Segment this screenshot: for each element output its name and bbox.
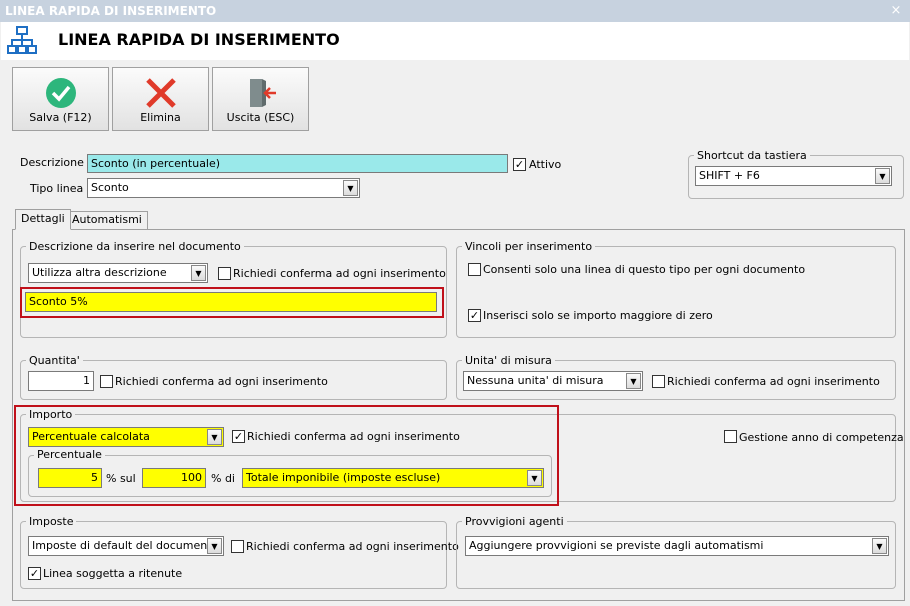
tipo-linea-select[interactable]: Sconto ▼: [87, 178, 360, 198]
sitemap-icon: [7, 25, 37, 55]
base-input[interactable]: 100: [142, 468, 206, 488]
save-button-label: Salva (F12): [29, 111, 92, 124]
tab-automatismi[interactable]: Automatismi: [66, 211, 148, 229]
unita-select-value: Nessuna unita' di misura: [467, 374, 604, 387]
chevron-down-icon: ▼: [527, 470, 542, 486]
importo-confirm-label: Richiedi conferma ad ogni inserimento: [247, 430, 460, 443]
exit-button-label: Uscita (ESC): [226, 111, 295, 124]
percentuale-label: Percentuale: [34, 448, 105, 461]
descrizione-label: Descrizione :: [20, 156, 92, 169]
unita-select[interactable]: Nessuna unita' di misura ▼: [463, 371, 643, 391]
page-title: LINEA RAPIDA DI INSERIMENTO: [58, 30, 340, 49]
save-button[interactable]: Salva (F12): [12, 67, 109, 131]
gestione-anno-label: Gestione anno di competenza: [739, 431, 904, 444]
descrizione-confirm-label: Richiedi conferma ad ogni inserimento: [233, 267, 446, 280]
ritenute-label: Linea soggetta a ritenute: [43, 567, 183, 580]
imposte-select-value: Imposte di default del documento: [32, 539, 219, 552]
positive-amount-label: Inserisci solo se importo maggiore di ze…: [483, 309, 713, 322]
imposte-select[interactable]: Imposte di default del documento ▼: [28, 536, 224, 556]
imposte-confirm-checkbox[interactable]: [231, 540, 244, 553]
vincoli-label: Vincoli per inserimento: [462, 240, 596, 253]
chevron-down-icon: ▼: [207, 538, 222, 554]
window-titlebar: LINEA RAPIDA DI INSERIMENTO: [0, 0, 910, 22]
chevron-down-icon: ▼: [343, 180, 358, 196]
gestione-anno-checkbox[interactable]: [724, 430, 737, 443]
chevron-down-icon: ▼: [191, 265, 206, 281]
chevron-down-icon: ▼: [875, 168, 890, 184]
tipo-linea-label: Tipo linea :: [30, 182, 91, 195]
ritenute-checkbox[interactable]: ✓: [28, 567, 41, 580]
shortcut-value: SHIFT + F6: [699, 169, 760, 182]
tipo-linea-value: Sconto: [91, 181, 129, 194]
unita-confirm-checkbox[interactable]: [652, 375, 665, 388]
importo-confirm-checkbox[interactable]: ✓: [232, 430, 245, 443]
delete-button-label: Elimina: [140, 111, 181, 124]
base-select[interactable]: Totale imponibile (imposte escluse) ▼: [242, 468, 544, 488]
tab-dettagli[interactable]: Dettagli: [15, 209, 71, 230]
importo-select-value: Percentuale calcolata: [32, 430, 150, 443]
descrizione-doc-input[interactable]: Sconto 5%: [25, 292, 437, 312]
window-title: LINEA RAPIDA DI INSERIMENTO: [5, 4, 217, 18]
exit-door-icon: [250, 79, 276, 107]
delete-button[interactable]: Elimina: [112, 67, 209, 131]
di-label: % di: [211, 472, 235, 485]
descrizione-input[interactable]: Sconto (in percentuale): [87, 154, 508, 173]
chevron-down-icon: ▼: [872, 538, 887, 554]
shortcut-select[interactable]: SHIFT + F6 ▼: [695, 166, 892, 186]
descrizione-confirm-checkbox[interactable]: [218, 267, 231, 280]
unita-confirm-label: Richiedi conferma ad ogni inserimento: [667, 375, 880, 388]
close-icon[interactable]: ×: [888, 0, 904, 22]
descrizione-doc-label: Descrizione da inserire nel documento: [26, 240, 244, 253]
quantita-confirm-checkbox[interactable]: [100, 375, 113, 388]
vincoli-group: [456, 246, 896, 338]
positive-amount-checkbox[interactable]: ✓: [468, 309, 481, 322]
imposte-confirm-label: Richiedi conferma ad ogni inserimento: [246, 540, 459, 553]
provvigioni-select[interactable]: Aggiungere provvigioni se previste dagli…: [465, 536, 889, 556]
percentuale-input[interactable]: 5: [38, 468, 102, 488]
attivo-label: Attivo: [529, 158, 562, 171]
chevron-down-icon: ▼: [626, 373, 641, 389]
quantita-label: Quantita': [26, 354, 83, 367]
descrizione-doc-select-value: Utilizza altra descrizione: [32, 266, 167, 279]
shortcut-group-label: Shortcut da tastiera: [694, 149, 810, 162]
unita-label: Unita' di misura: [462, 354, 555, 367]
chevron-down-icon: ▼: [207, 429, 222, 445]
one-line-label: Consenti solo una linea di questo tipo p…: [483, 263, 806, 276]
quantita-input[interactable]: 1: [28, 371, 94, 391]
imposte-label: Imposte: [26, 515, 77, 528]
attivo-checkbox[interactable]: ✓: [513, 158, 526, 171]
quantita-confirm-label: Richiedi conferma ad ogni inserimento: [115, 375, 328, 388]
base-select-value: Totale imponibile (imposte escluse): [246, 471, 441, 484]
sul-label: % sul: [106, 472, 136, 485]
importo-select[interactable]: Percentuale calcolata ▼: [28, 427, 224, 447]
descrizione-doc-select[interactable]: Utilizza altra descrizione ▼: [28, 263, 208, 283]
importo-label: Importo: [26, 408, 76, 421]
delete-x-icon: [146, 78, 176, 108]
one-line-checkbox[interactable]: [468, 263, 481, 276]
exit-button[interactable]: Uscita (ESC): [212, 67, 309, 131]
provvigioni-label: Provvigioni agenti: [462, 515, 567, 528]
checkmark-icon: [46, 78, 76, 108]
provvigioni-select-value: Aggiungere provvigioni se previste dagli…: [469, 539, 764, 552]
